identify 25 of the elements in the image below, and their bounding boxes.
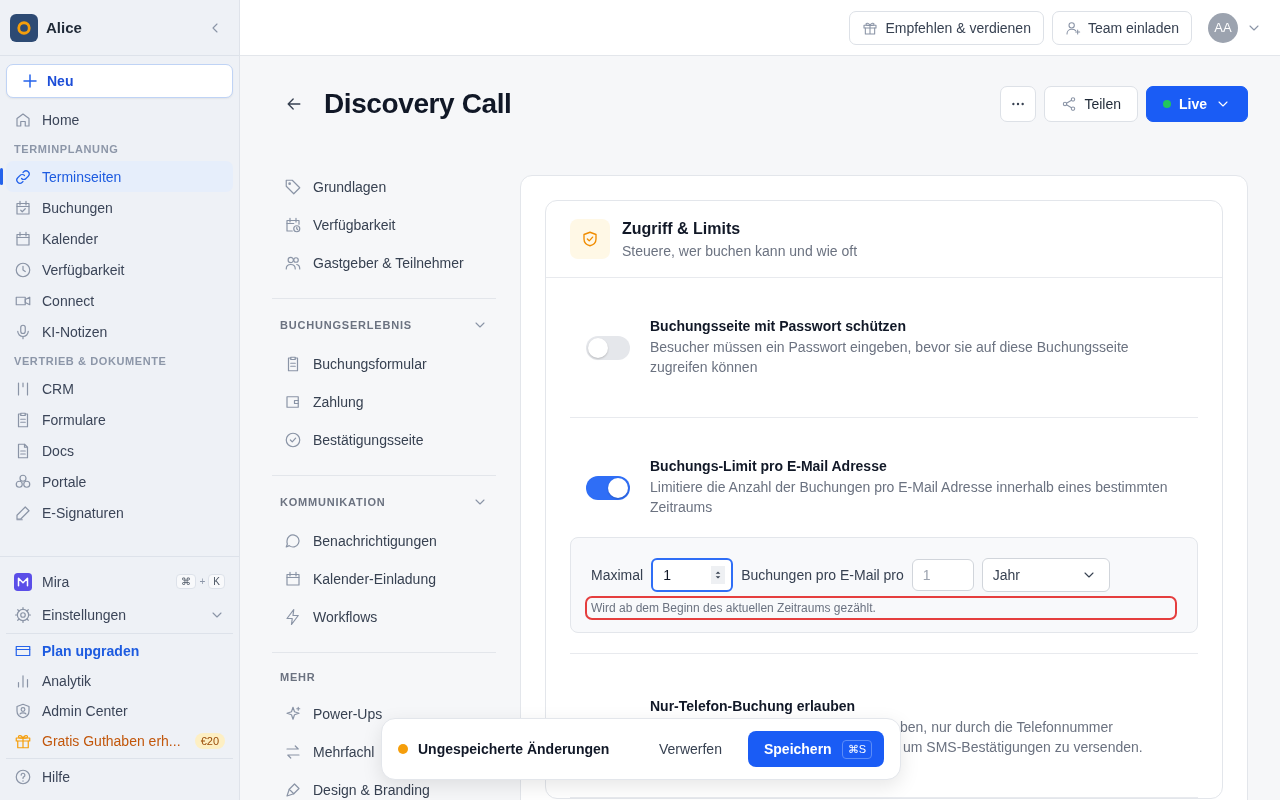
keyboard-key: K bbox=[208, 574, 225, 589]
page-title: Discovery Call bbox=[324, 88, 512, 120]
section-label: TERMINPLANUNG bbox=[13, 142, 120, 157]
setting-title: Nur-Telefon-Buchung erlauben bbox=[650, 698, 857, 714]
field-label: Buchungen pro E-Mail pro bbox=[741, 567, 904, 583]
plus-sign: + bbox=[199, 576, 206, 587]
setting-description: um SMS-Bestätigungen zu versenden. bbox=[903, 738, 1143, 757]
field-label: Maximal bbox=[591, 567, 644, 583]
hint-text: Wird ab dem Beginn des aktuellen Zeitraums gezählt. bbox=[585, 596, 1177, 620]
section-label: MEHR bbox=[280, 671, 316, 683]
section-subtitle: Steuere, wer buchen kann und wie oft bbox=[622, 242, 858, 259]
section-label: BUCHUNGSERLEBNIS bbox=[280, 319, 412, 331]
unsaved-message: Ungespeicherte Änderungen bbox=[418, 741, 611, 757]
keyboard-key: ⌘ bbox=[176, 574, 197, 589]
setting-title: Buchungs-Limit pro E-Mail Adresse bbox=[650, 458, 888, 474]
setting-description: ben, nur durch die Telefonnummer bbox=[900, 718, 1113, 737]
setting-title: Buchungsseite mit Passwort schützen bbox=[650, 318, 907, 334]
shortcut-key: ⌘S bbox=[841, 739, 872, 759]
section-label: VERTRIEB & DOKUMENTE bbox=[13, 354, 168, 369]
section-title: Zugriff & Limits bbox=[622, 219, 742, 238]
setting-description: Limitiere die Anzahl der Buchungen pro E-Mail Adresse innerhalb eines bestimmten Zeitraums bbox=[650, 478, 1169, 517]
section-label: KOMMUNIKATION bbox=[280, 496, 386, 508]
credit-badge: €20 bbox=[194, 733, 225, 749]
setting-description: Besucher müssen ein Passwort eingeben, bevor sie auf diese Buchungsseite zugreifen können bbox=[650, 338, 1130, 377]
workspace-name: Alice bbox=[46, 19, 83, 36]
